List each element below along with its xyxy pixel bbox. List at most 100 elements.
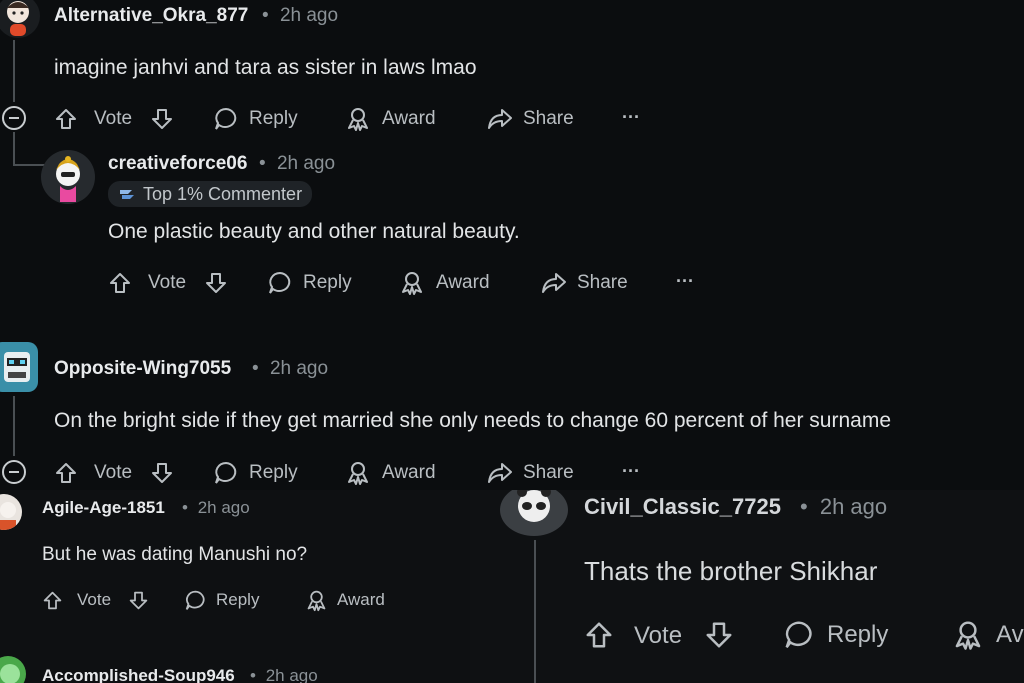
downvote-button[interactable] <box>704 618 734 652</box>
downvote-button[interactable] <box>128 588 149 612</box>
award-button[interactable]: Award <box>345 459 436 487</box>
upvote-button[interactable] <box>54 459 78 487</box>
thread-line <box>13 396 15 456</box>
share-button[interactable]: Share <box>541 269 628 297</box>
award-icon <box>348 462 368 485</box>
separator-dot: • <box>262 5 269 26</box>
award-label: Award <box>382 462 436 483</box>
avatar[interactable] <box>0 656 26 683</box>
award-icon <box>348 108 368 131</box>
avatar-snoo-icon <box>56 156 80 202</box>
username[interactable]: Civil_Classic_7725 <box>584 494 781 520</box>
username[interactable]: Opposite-Wing7055 <box>54 358 231 380</box>
reply-label: Reply <box>827 621 889 648</box>
thread-branch-line <box>13 132 15 166</box>
downvote-button[interactable] <box>150 459 174 487</box>
avatar[interactable] <box>0 494 22 530</box>
share-icon <box>488 463 512 483</box>
award-button[interactable]: Award <box>399 269 490 297</box>
share-button[interactable]: Share <box>487 459 574 487</box>
reply-button[interactable]: Reply <box>213 459 298 487</box>
downvote-arrow-icon <box>152 109 172 129</box>
reply-label: Reply <box>216 590 260 609</box>
share-label: Share <box>577 272 628 293</box>
reply-button[interactable]: Reply <box>267 269 352 297</box>
time-text: 2h ago <box>269 358 329 379</box>
share-label: Share <box>523 462 574 483</box>
award-icon <box>307 590 326 611</box>
award-icon <box>955 621 981 650</box>
comment-text: On the bright side if they get married s… <box>54 409 891 432</box>
vote-label: Vote <box>94 462 133 483</box>
avatar[interactable] <box>0 342 38 392</box>
collapse-thread-button[interactable] <box>2 460 26 484</box>
badge-label: Top 1% Commenter <box>143 183 303 204</box>
time-text: 2h ago <box>276 153 336 174</box>
upvote-button[interactable] <box>108 269 132 297</box>
timestamp: • 2h ago <box>252 358 328 380</box>
avatar-panda-icon <box>517 490 551 522</box>
timestamp: • 2h ago <box>182 498 250 518</box>
comment-text: imagine janhvi and tara as sister in law… <box>54 56 477 79</box>
more-options-button[interactable]: ··· <box>676 268 694 294</box>
separator-dot: • <box>259 153 266 174</box>
upvote-arrow-icon <box>56 463 76 483</box>
bottom-right-comment-panel: Civil_Classic_7725 • 2h ago Thats the br… <box>470 490 1024 683</box>
share-icon <box>488 109 512 129</box>
award-label: Av <box>996 621 1024 648</box>
vote-label: Vote <box>94 108 133 129</box>
username[interactable]: Agile-Age-1851 <box>42 498 165 518</box>
share-label: Share <box>523 108 574 129</box>
comment-bubble-icon <box>215 461 237 484</box>
collapse-thread-button[interactable] <box>2 106 26 130</box>
separator-dot: • <box>182 498 188 517</box>
upvote-arrow-icon <box>43 591 62 609</box>
upvote-button[interactable] <box>42 588 63 612</box>
downvote-button[interactable] <box>204 269 228 297</box>
downvote-arrow-icon <box>152 463 172 483</box>
comment-text: Thats the brother Shikhar <box>584 556 878 586</box>
more-options-button[interactable]: ··· <box>622 458 640 484</box>
comment-bubble-icon <box>785 621 812 649</box>
upvote-button[interactable] <box>584 618 614 652</box>
award-button[interactable]: Award <box>345 105 436 133</box>
reply-label: Reply <box>303 272 352 293</box>
avatar[interactable] <box>0 0 40 38</box>
downvote-button[interactable] <box>150 105 174 133</box>
avatar-snoo-icon <box>7 1 29 36</box>
award-button[interactable]: Av <box>952 618 1024 652</box>
separator-dot: • <box>252 358 259 379</box>
username[interactable]: Accomplished-Soup946 <box>42 666 235 683</box>
upvote-arrow-icon <box>586 622 612 648</box>
timestamp: • 2h ago <box>262 5 338 27</box>
reply-button[interactable]: Reply <box>213 105 298 133</box>
award-icon <box>402 272 422 295</box>
reply-button[interactable]: Reply <box>783 618 888 652</box>
timestamp: • 2h ago <box>800 494 887 520</box>
reply-button[interactable]: Reply <box>184 588 259 612</box>
downvote-arrow-icon <box>129 591 148 609</box>
comment-bubble-icon <box>185 590 205 610</box>
downvote-arrow-icon <box>206 273 226 293</box>
upvote-arrow-icon <box>56 109 76 129</box>
thread-line <box>534 540 536 683</box>
separator-dot: • <box>250 666 256 683</box>
upvote-button[interactable] <box>54 105 78 133</box>
reply-label: Reply <box>249 462 298 483</box>
more-options-button[interactable]: ··· <box>622 104 640 130</box>
share-button[interactable]: Share <box>487 105 574 133</box>
avatar-robot-icon <box>4 352 30 382</box>
top-commenter-badge[interactable]: Top 1% Commenter <box>108 181 313 207</box>
commenter-badge-icon <box>120 190 134 199</box>
username[interactable]: creativeforce06 <box>108 153 247 175</box>
comment-text: But he was dating Manushi no? <box>42 544 308 565</box>
vote-label: Vote <box>148 272 187 293</box>
bottom-left-comment-panel: Agile-Age-1851 • 2h ago But he was datin… <box>0 490 470 683</box>
award-button[interactable]: Award <box>305 588 385 612</box>
award-label: Award <box>337 590 385 609</box>
username[interactable]: Alternative_Okra_877 <box>54 5 248 27</box>
time-text: 2h ago <box>265 666 318 683</box>
avatar[interactable] <box>500 490 568 536</box>
avatar-snoo-icon <box>0 502 16 530</box>
avatar[interactable] <box>41 150 95 204</box>
